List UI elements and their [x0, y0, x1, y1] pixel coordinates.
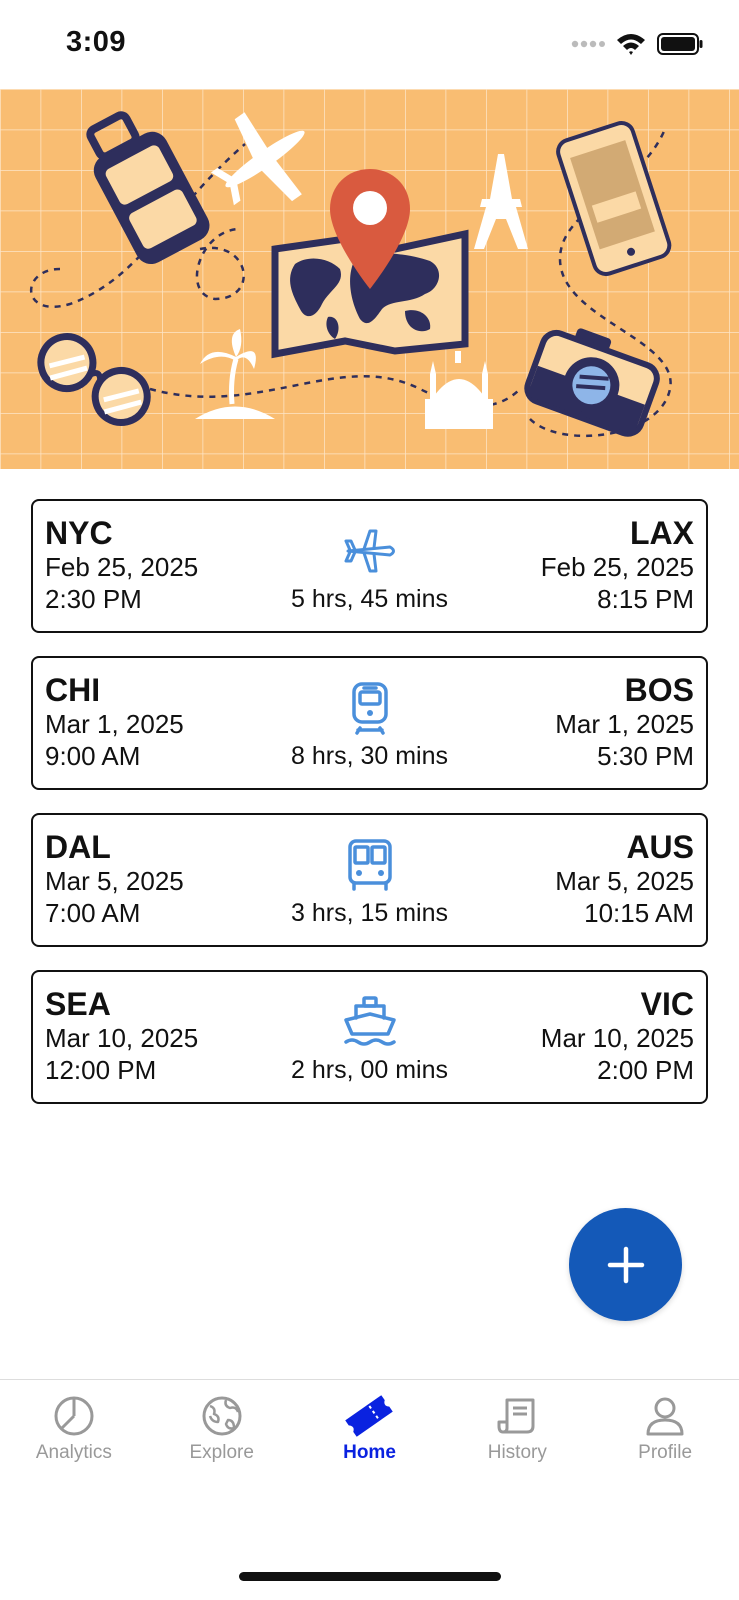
tab-label: Explore: [189, 1442, 254, 1463]
trip-card[interactable]: CHI Mar 1, 2025 9:00 AM 8 hrs, 30 mins B…: [31, 656, 708, 790]
pie-chart-icon: [54, 1396, 94, 1436]
destination-date: Feb 25, 2025: [540, 552, 694, 582]
trip-card[interactable]: SEA Mar 10, 2025 12:00 PM 2 hrs, 00 mins…: [31, 970, 708, 1104]
destination-date: Mar 5, 2025: [555, 866, 694, 896]
tab-label: Home: [343, 1442, 396, 1463]
home-indicator: [239, 1572, 501, 1581]
trip-destination: VIC Mar 10, 2025 2:00 PM: [541, 986, 694, 1086]
bus-icon: [347, 839, 392, 891]
battery-icon: [657, 33, 703, 55]
add-trip-button[interactable]: [569, 1208, 682, 1321]
tab-analytics[interactable]: Analytics: [0, 1380, 148, 1500]
destination-time: 8:15 PM: [597, 584, 694, 614]
destination-code: VIC: [640, 986, 694, 1022]
destination-date: Mar 1, 2025: [555, 709, 694, 739]
tab-label: Profile: [638, 1442, 693, 1463]
globe-icon: [202, 1396, 242, 1436]
trip-destination: AUS Mar 5, 2025 10:15 AM: [555, 829, 694, 929]
tab-label: History: [487, 1442, 547, 1463]
plane-icon: [344, 529, 395, 573]
status-bar: 3:09: [0, 0, 739, 89]
tab-home[interactable]: Home: [296, 1380, 444, 1500]
destination-date: Mar 10, 2025: [540, 1023, 694, 1053]
ship-icon: [343, 996, 396, 1046]
ticket-icon: [345, 1395, 394, 1437]
tab-profile[interactable]: Profile: [591, 1380, 739, 1500]
destination-code: LAX: [630, 515, 694, 551]
person-icon: [646, 1397, 684, 1436]
trip-card[interactable]: DAL Mar 5, 2025 7:00 AM 3 hrs, 15 mins A…: [31, 813, 708, 947]
tab-label: Analytics: [35, 1442, 112, 1463]
status-time: 3:09: [66, 26, 127, 58]
hero-illustration: [0, 89, 739, 469]
trip-list: NYC Feb 25, 2025 2:30 PM 5 hrs, 45 mins: [31, 499, 708, 1127]
bottom-tab-bar: Analytics Explore Home History Profile: [0, 1379, 739, 1500]
receipt-icon: [497, 1398, 535, 1434]
trip-destination: LAX Feb 25, 2025 8:15 PM: [541, 515, 694, 615]
destination-time: 10:15 AM: [584, 898, 694, 928]
app-screen: 3:09 NYC Feb 25, 2025 2:30 PM 5 hrs, 45 …: [0, 0, 739, 1600]
destination-time: 5:30 PM: [597, 741, 694, 771]
train-icon: [351, 682, 388, 735]
tab-explore[interactable]: Explore: [148, 1380, 296, 1500]
plus-icon: [607, 1246, 644, 1283]
trip-card[interactable]: NYC Feb 25, 2025 2:30 PM 5 hrs, 45 mins: [31, 499, 708, 633]
wifi-icon: [617, 34, 645, 55]
tab-history[interactable]: History: [443, 1380, 591, 1500]
destination-time: 2:00 PM: [597, 1055, 694, 1085]
destination-code: AUS: [626, 829, 694, 865]
destination-code: BOS: [624, 672, 694, 708]
signal-icon: [571, 40, 605, 48]
trip-destination: BOS Mar 1, 2025 5:30 PM: [555, 672, 694, 772]
status-icons: [571, 32, 703, 56]
